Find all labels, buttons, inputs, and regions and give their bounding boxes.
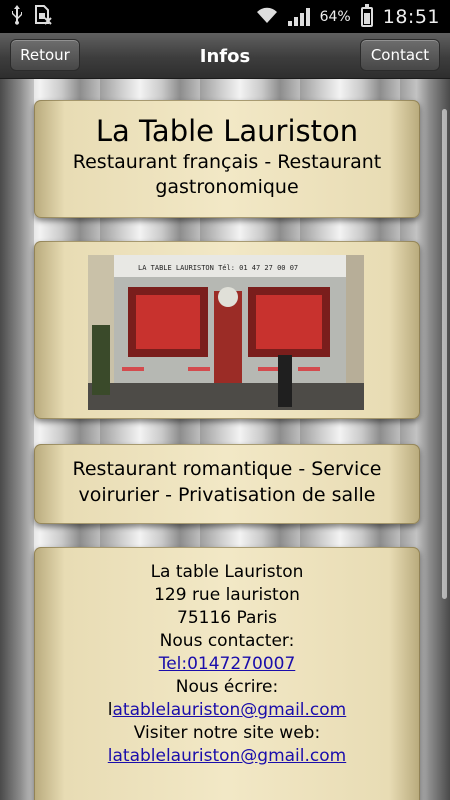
contact-heading: Nous contacter: xyxy=(159,631,295,651)
website-link[interactable]: latablelauriston@gmail.com xyxy=(108,746,346,766)
services-text: Restaurant romantique - Service voirurie… xyxy=(72,458,382,506)
signal-icon xyxy=(287,7,310,26)
website-heading: Visiter notre site web: xyxy=(133,723,321,743)
services-card: Restaurant romantique - Service voirurie… xyxy=(34,444,420,524)
storefront-sign-text: LA TABLE LAURISTON Tél: 01 47 27 00 07 xyxy=(138,264,298,272)
status-bar-right: 64% 18:51 xyxy=(256,3,440,28)
back-button[interactable]: Retour xyxy=(10,39,80,71)
restaurant-photo-card: LA TABLE LAURISTON Tél: 01 47 27 00 07 xyxy=(34,241,420,419)
usb-icon xyxy=(10,4,24,29)
phone-link[interactable]: Tel:0147270007 xyxy=(159,654,296,674)
storefront-image: LA TABLE LAURISTON Tél: 01 47 27 00 07 xyxy=(88,255,364,410)
title-bar: Retour Infos Contact xyxy=(0,33,450,79)
email-heading: Nous écrire: xyxy=(175,677,279,697)
contact-button[interactable]: Contact xyxy=(360,39,440,71)
clock: 18:51 xyxy=(382,5,440,28)
contact-city: 75116 Paris xyxy=(177,608,277,628)
contact-card: La table Lauriston 129 rue lauriston 751… xyxy=(34,547,420,800)
email-link[interactable]: atablelauriston@gmail.com xyxy=(113,700,347,720)
restaurant-type: Restaurant français - Restaurant gastron… xyxy=(72,151,382,198)
restaurant-name: La Table Lauriston xyxy=(95,114,359,148)
restaurant-info-card: La Table Lauriston Restaurant français -… xyxy=(34,100,420,218)
sim-off-icon xyxy=(34,4,52,29)
battery-charging-icon xyxy=(360,3,373,27)
contact-street: 129 rue lauriston xyxy=(154,585,300,605)
restaurant-photo: LA TABLE LAURISTON Tél: 01 47 27 00 07 xyxy=(88,255,364,410)
scrollbar[interactable] xyxy=(442,109,447,599)
battery-percent: 64% xyxy=(319,8,351,25)
status-bar-left xyxy=(10,4,52,29)
curtain-left xyxy=(0,79,34,800)
contact-name: La table Lauriston xyxy=(150,562,304,582)
content-area[interactable]: La Table Lauriston Restaurant français -… xyxy=(0,79,450,800)
status-bar: 64% 18:51 xyxy=(0,0,450,33)
wifi-icon xyxy=(256,6,278,28)
